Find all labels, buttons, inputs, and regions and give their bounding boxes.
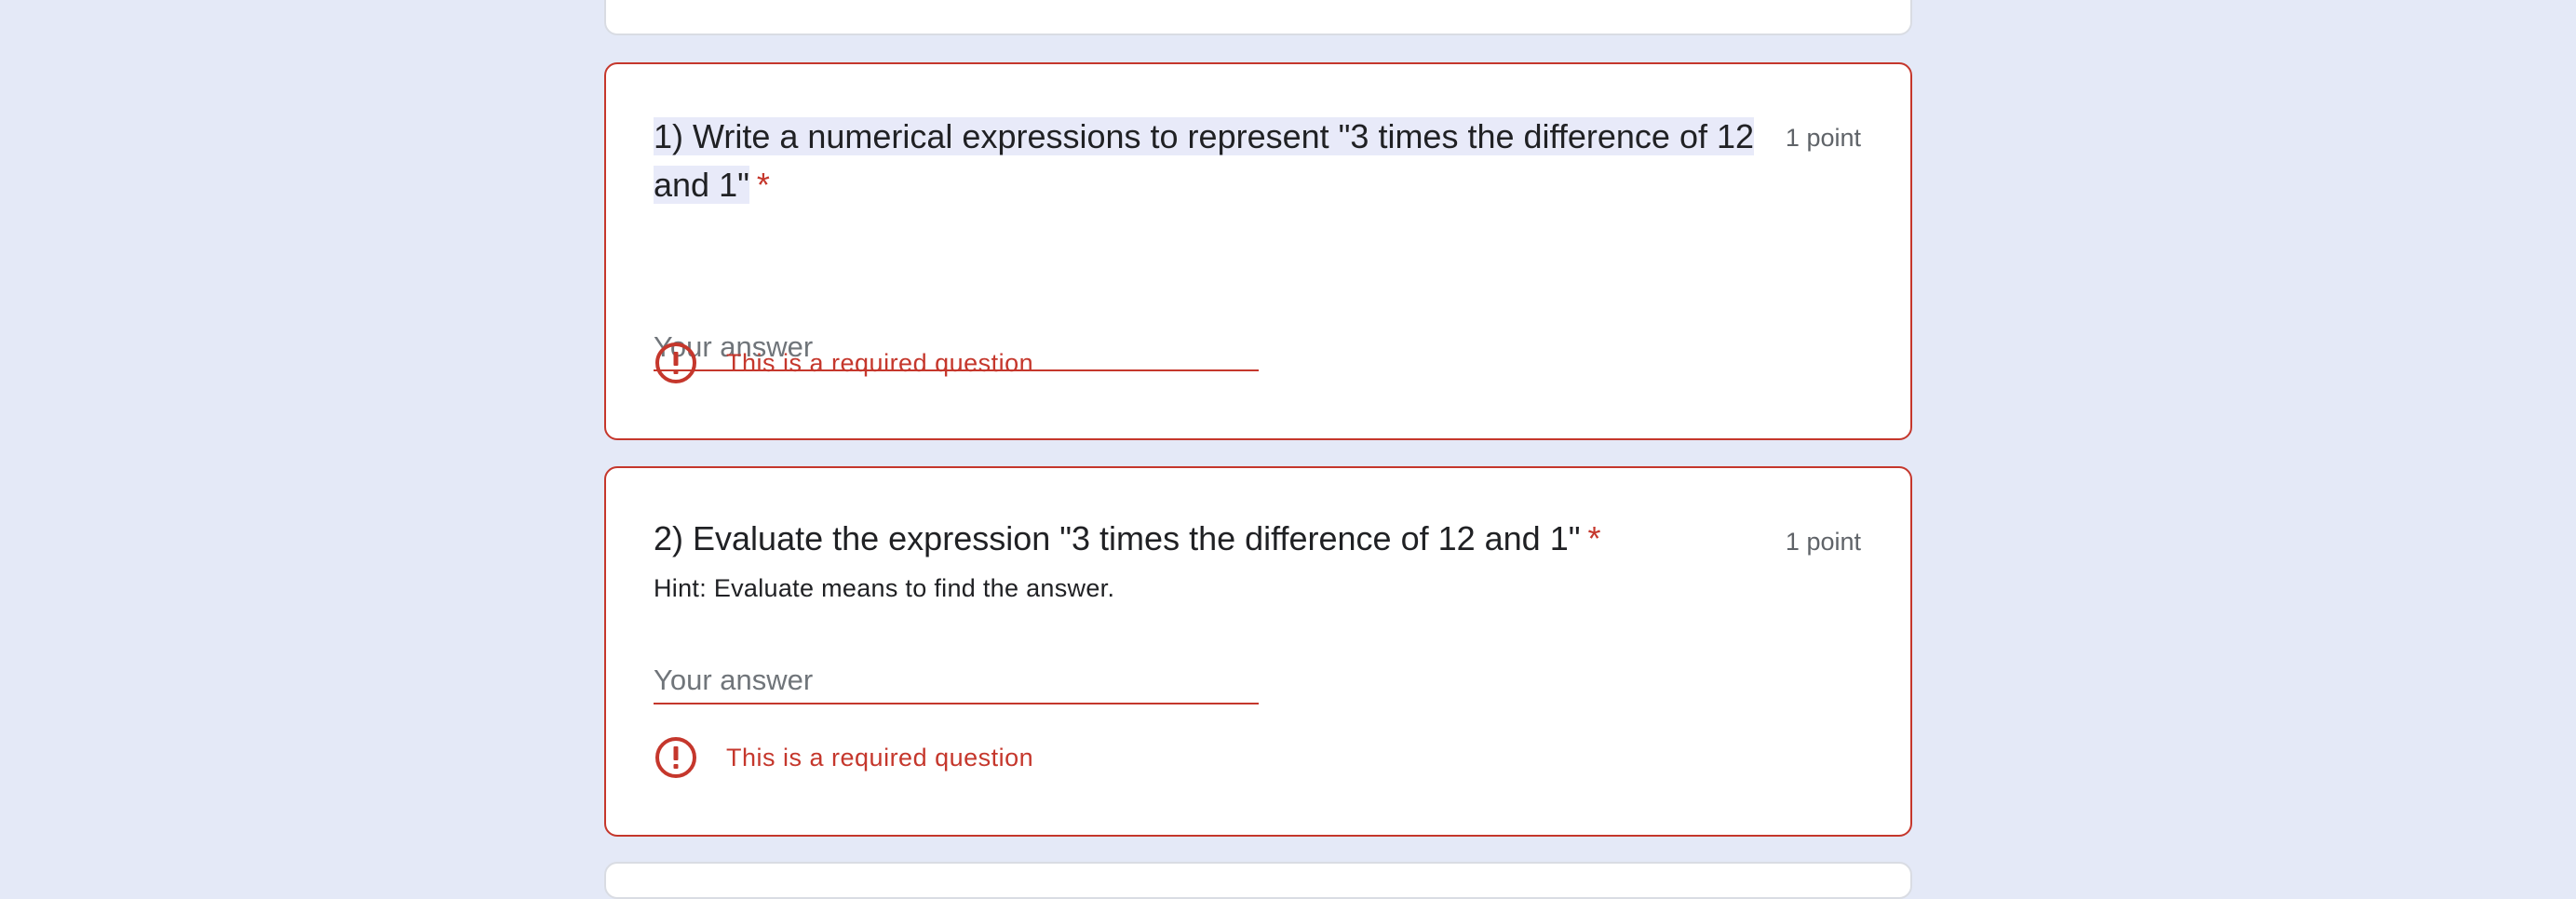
question-text: 2) Evaluate the expression "3 times the … [654,519,1581,557]
error-message: This is a required question [654,341,1033,385]
question-title: 1) Write a numerical expressions to repr… [654,113,1808,209]
error-text: This is a required question [726,743,1034,772]
question-text: 1) Write a numerical expressions to repr… [654,117,1755,204]
error-message: This is a required question [654,735,1033,780]
error-icon [654,735,698,780]
error-text: This is a required question [726,348,1034,377]
points-label: 1 point [1785,124,1861,152]
required-asterisk: * [756,166,770,204]
question-card-2: 2) Evaluate the expression "3 times the … [604,466,1912,837]
error-icon [654,341,698,385]
required-asterisk: * [1587,519,1601,557]
question-card-1: 1) Write a numerical expressions to repr… [604,62,1912,440]
question-title: 2) Evaluate the expression "3 times the … [654,515,1808,563]
points-label: 1 point [1785,528,1861,556]
next-card [604,862,1912,899]
previous-card [604,0,1912,35]
question-hint: Hint: Evaluate means to find the answer. [654,574,1115,602]
answer-input[interactable] [654,658,1259,704]
